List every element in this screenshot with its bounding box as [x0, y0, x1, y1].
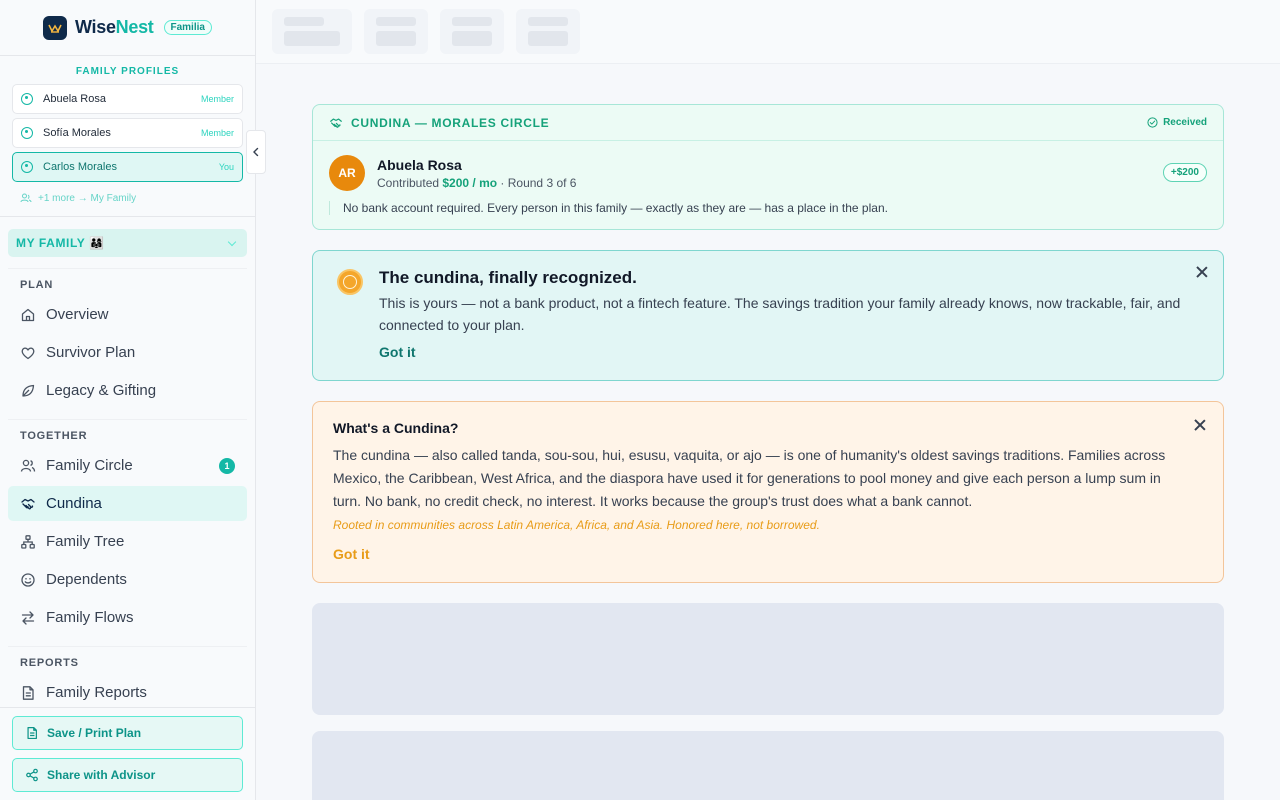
got-it-button[interactable]: Got it — [379, 344, 416, 360]
notification-badge: 1 — [219, 457, 235, 474]
amount-pill: +$200 — [1162, 163, 1207, 182]
coin-icon — [337, 269, 363, 295]
banner-title: The cundina, finally recognized. — [379, 268, 637, 287]
brand-badge: Familia — [163, 20, 212, 35]
handshake-icon — [330, 117, 342, 128]
close-icon[interactable] — [1195, 265, 1209, 279]
wisenest-logo-icon — [43, 15, 68, 40]
main-content: CUNDINA — MORALES CIRCLE Received AR Abu… — [312, 104, 1224, 800]
profile-role: You — [218, 162, 234, 172]
skeleton-stat — [440, 9, 504, 54]
skeleton-line — [284, 17, 324, 26]
info-title: What's a Cundina? — [333, 420, 459, 436]
profile-name: Sofía Morales — [43, 127, 111, 139]
share-with-advisor-button[interactable]: Share with Advisor — [12, 758, 243, 792]
nav-item-family-reports[interactable]: Family Reports — [8, 675, 247, 710]
banner-text: This is yours — not a bank product, not … — [379, 295, 1181, 333]
cundina-recognized-banner: The cundina, finally recognized. This is… — [312, 250, 1224, 381]
nav-item-dependents[interactable]: Dependents — [8, 562, 247, 597]
nav-group-together: TOGETHER Family Circle 1 Cundina Family … — [8, 419, 247, 635]
heart-icon — [20, 345, 36, 361]
whats-a-cundina-card: What's a Cundina? The cundina — also cal… — [312, 401, 1224, 583]
leaf-icon — [20, 383, 36, 399]
nav-item-legacy-gifting[interactable]: Legacy & Gifting — [8, 373, 247, 408]
skeleton-line — [284, 31, 340, 46]
nav-title-plan: PLAN — [20, 279, 54, 291]
skeleton-line — [528, 17, 568, 26]
brand[interactable]: WiseNest Familia — [0, 0, 255, 56]
cundina-card-header: CUNDINA — MORALES CIRCLE Received — [313, 105, 1223, 141]
cundina-received-card: CUNDINA — MORALES CIRCLE Received AR Abu… — [312, 104, 1224, 230]
profile-name: Abuela Rosa — [43, 93, 106, 105]
nav-item-survivor-plan[interactable]: Survivor Plan — [8, 335, 247, 370]
loading-skeleton-block — [312, 731, 1224, 800]
profile-name: Carlos Morales — [43, 161, 117, 173]
nav-item-overview[interactable]: Overview — [8, 297, 247, 332]
family-selector[interactable]: MY FAMILY 👨‍👩‍👧 — [8, 229, 247, 257]
skeleton-stat — [272, 9, 352, 54]
nav-group-plan: PLAN Overview Survivor Plan Legacy & Gif… — [8, 268, 247, 408]
nav-item-cundina[interactable]: Cundina — [8, 486, 247, 521]
save-print-plan-button[interactable]: Save / Print Plan — [12, 716, 243, 750]
skeleton-line — [452, 31, 492, 46]
loading-skeleton-block — [312, 603, 1224, 715]
got-it-button[interactable]: Got it — [333, 546, 370, 562]
sidebar: WiseNest Familia FAMILY PROFILES Abuela … — [0, 0, 256, 800]
profile-role: Member — [200, 128, 234, 138]
chevron-left-icon — [253, 147, 259, 157]
nav-group-reports: REPORTS Family Reports — [8, 646, 247, 710]
profiles-heading: FAMILY PROFILES — [75, 66, 180, 77]
family-selector-label: MY FAMILY 👨‍👩‍👧 — [16, 236, 105, 250]
handshake-icon — [20, 496, 36, 512]
skeleton-stat — [364, 9, 428, 54]
contribution-details: Contributed $200 / mo · Round 3 of 6 — [377, 175, 577, 190]
nav-item-family-circle[interactable]: Family Circle 1 — [8, 448, 247, 483]
skeleton-stat — [516, 9, 580, 54]
check-circle-icon — [1147, 117, 1158, 128]
sidebar-footer: Save / Print Plan Share with Advisor — [0, 707, 255, 800]
profile-sofia-morales[interactable]: Sofía Morales Member — [12, 118, 243, 148]
chevron-down-icon — [227, 237, 237, 246]
user-circle-icon — [21, 127, 33, 139]
tree-icon — [20, 534, 36, 550]
nav-item-family-tree[interactable]: Family Tree — [8, 524, 247, 559]
document-icon — [20, 685, 36, 701]
top-bar-skeleton — [256, 0, 1280, 64]
nav-item-family-flows[interactable]: Family Flows — [8, 600, 247, 635]
contributor-name: Abuela Rosa — [377, 156, 462, 173]
share-icon — [26, 768, 38, 782]
collapse-sidebar-button[interactable] — [246, 130, 266, 174]
status-badge: Received — [1147, 117, 1207, 128]
skeleton-line — [452, 17, 492, 26]
users-icon — [20, 458, 36, 474]
user-circle-icon — [21, 93, 33, 105]
info-quote: Rooted in communities across Latin Ameri… — [333, 518, 820, 532]
avatar: AR — [329, 155, 365, 191]
more-profiles-link[interactable]: +1 more → My Family — [12, 186, 243, 204]
close-icon[interactable] — [1193, 418, 1207, 432]
nav-title-reports: REPORTS — [20, 657, 79, 669]
user-circle-icon — [21, 161, 33, 173]
profile-carlos-morales[interactable]: Carlos Morales You — [12, 152, 243, 182]
nav-title-together: TOGETHER — [20, 430, 88, 442]
skeleton-line — [376, 17, 416, 26]
family-profiles: FAMILY PROFILES Abuela Rosa Member Sofía… — [0, 56, 255, 217]
brand-name: WiseNest — [75, 17, 154, 37]
cundina-circle-title: CUNDINA — MORALES CIRCLE — [351, 115, 550, 130]
cundina-card-body: AR Abuela Rosa Contributed $200 / mo · R… — [313, 141, 1223, 229]
document-icon — [27, 726, 37, 740]
profile-role: Member — [200, 94, 234, 104]
home-icon — [20, 307, 36, 323]
smile-icon — [20, 572, 36, 588]
inclusion-note: No bank account required. Every person i… — [329, 201, 1207, 215]
arrows-swap-icon — [20, 610, 36, 626]
skeleton-line — [376, 31, 416, 46]
profile-abuela-rosa[interactable]: Abuela Rosa Member — [12, 84, 243, 114]
info-text: The cundina — also called tanda, sou-sou… — [333, 447, 1166, 509]
users-icon — [20, 193, 32, 203]
skeleton-line — [528, 31, 568, 46]
